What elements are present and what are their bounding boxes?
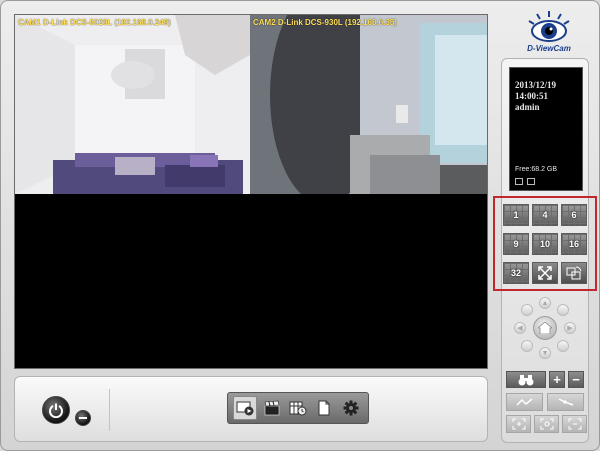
ptz-down-left-button[interactable] — [521, 340, 533, 352]
binoculars-icon — [518, 374, 534, 385]
empty-camera-slots — [15, 194, 487, 368]
layout-32-label: 32 — [510, 268, 521, 278]
power-icon — [49, 403, 63, 418]
layout-16-button[interactable]: 16 — [561, 233, 587, 255]
schedule-icon — [289, 401, 307, 416]
layout-10-button[interactable]: 10 — [532, 233, 558, 255]
layout-32-button[interactable]: 32 — [503, 262, 529, 284]
layout-6-button[interactable]: 6 — [561, 204, 587, 226]
ptz-up-button[interactable]: ▲ — [539, 297, 551, 309]
zoom-button[interactable] — [506, 371, 546, 388]
user-text: admin — [515, 102, 540, 112]
ptz-right-button[interactable]: ▶ — [564, 322, 576, 334]
layout-10-label: 10 — [539, 239, 550, 249]
power-button[interactable] — [42, 396, 70, 424]
minus-icon — [79, 417, 87, 419]
camera-1-image — [15, 15, 250, 194]
time-text: 14:00:51 — [515, 91, 548, 101]
zoom-in-button[interactable]: + — [549, 371, 565, 388]
video-display: CAM1 D-Link DCS-5020L (192.168.0.249) CA… — [14, 14, 488, 369]
camera-2-label: CAM2 D-Link DCS-930L (192.168.0.35) — [253, 18, 397, 27]
schedule-button[interactable] — [286, 396, 310, 420]
layout-1-label: 1 — [513, 210, 519, 220]
minimize-button[interactable] — [75, 410, 91, 426]
settings-button[interactable] — [339, 396, 363, 420]
date-text: 2013/12/19 — [515, 80, 557, 90]
document-icon — [318, 400, 330, 416]
zoom-out-button[interactable]: − — [568, 371, 584, 388]
ptz-control: ▲ ▼ ◀ ▶ — [514, 297, 576, 359]
free-space-text: Free:68.2 GB — [515, 166, 558, 173]
video-recording-button[interactable] — [260, 396, 284, 420]
auto-pan-button[interactable] — [547, 393, 584, 411]
patrol-button[interactable] — [506, 393, 543, 411]
layout-selector: 1 4 6 9 10 16 32 — [493, 196, 597, 291]
focus-near-button[interactable] — [506, 415, 531, 433]
focus-far-icon — [568, 418, 581, 430]
camera-view-1[interactable]: CAM1 D-Link DCS-5020L (192.168.0.249) — [15, 15, 250, 194]
zoom-controls: + − — [506, 371, 584, 388]
camera-2-image — [250, 15, 487, 194]
patrol-path-icon — [515, 398, 532, 406]
focus-frame-icon — [512, 418, 525, 430]
ptz-down-right-button[interactable] — [557, 340, 569, 352]
layout-9-button[interactable]: 9 — [503, 233, 529, 255]
status-display: 2013/12/19 14:00:51 admin Free:68.2 GB — [509, 67, 583, 191]
playback-button[interactable] — [233, 396, 258, 420]
logo-text: D-ViewCam — [527, 44, 571, 53]
eye-logo-icon — [528, 11, 570, 42]
fullscreen-arrows-icon — [538, 266, 552, 280]
main-toolbar — [227, 392, 369, 424]
focus-auto-button[interactable] — [534, 415, 559, 433]
d-viewcam-logo: D-ViewCam — [521, 9, 577, 57]
rotate-screens-icon — [566, 266, 582, 280]
audio-icon — [527, 178, 535, 185]
playback-icon — [236, 401, 254, 416]
layout-4-button[interactable]: 4 — [532, 204, 558, 226]
auto-pan-icon — [558, 398, 573, 406]
ptz-left-button[interactable]: ◀ — [514, 322, 526, 334]
status-icons — [515, 178, 535, 185]
layout-9-label: 9 — [513, 239, 519, 249]
settings-gear-icon — [343, 400, 359, 416]
ptz-up-left-button[interactable] — [521, 304, 533, 316]
home-icon — [538, 322, 552, 334]
application-window: CAM1 D-Link DCS-5020L (192.168.0.249) CA… — [0, 0, 600, 451]
ptz-up-right-button[interactable] — [557, 304, 569, 316]
focus-far-button[interactable] — [562, 415, 587, 433]
camera-1-label: CAM1 D-Link DCS-5020L (192.168.0.249) — [18, 18, 171, 27]
divider — [109, 389, 110, 431]
monitor-icon — [515, 178, 523, 185]
layout-4-label: 4 — [542, 210, 548, 220]
fullscreen-button[interactable] — [532, 262, 558, 284]
ptz-home-button[interactable] — [533, 316, 557, 340]
ptz-down-button[interactable]: ▼ — [539, 347, 551, 359]
sequence-button[interactable] — [561, 262, 587, 284]
layout-1-button[interactable]: 1 — [503, 204, 529, 226]
bottom-control-bar — [14, 376, 488, 442]
camera-view-2[interactable]: CAM2 D-Link DCS-930L (192.168.0.35) — [250, 15, 487, 194]
layout-6-label: 6 — [571, 210, 577, 220]
clapper-icon — [264, 400, 279, 416]
layout-16-label: 16 — [568, 239, 579, 249]
focus-auto-icon — [540, 418, 553, 430]
log-button[interactable] — [312, 396, 336, 420]
